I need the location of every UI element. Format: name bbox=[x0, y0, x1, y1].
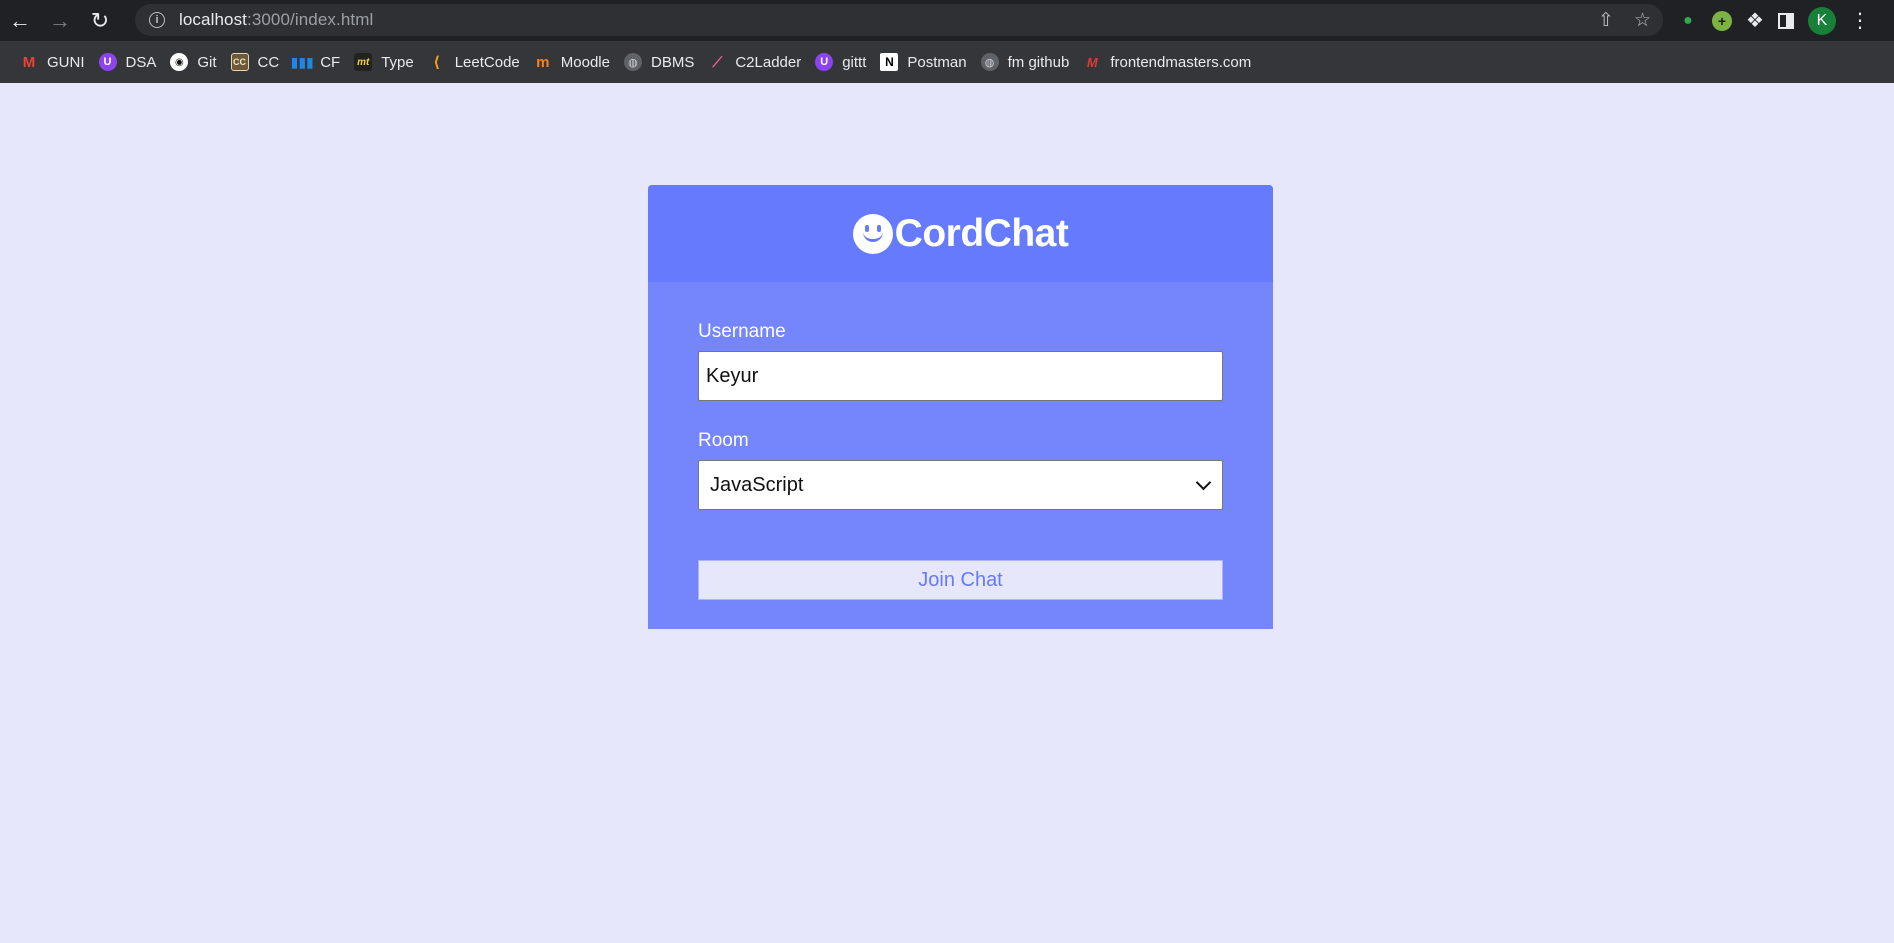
reload-icon[interactable]: ↻ bbox=[80, 0, 120, 41]
room-label: Room bbox=[698, 430, 749, 451]
bookmarks-bar: M GUNI U DSA ◉ Git CC CC ▮▮▮ CF mt Type ⟨ LeetC… bbox=[0, 41, 1894, 83]
gmail-icon: M bbox=[22, 53, 36, 71]
extension-icon[interactable]: ● bbox=[1678, 10, 1698, 31]
bookmark-label: gittt bbox=[842, 53, 867, 71]
bookmark-label: DBMS bbox=[650, 53, 695, 71]
site-info-icon[interactable]: i bbox=[149, 12, 165, 28]
bookmark-fm-github[interactable]: ◍ fm github bbox=[977, 47, 1080, 77]
bookmark-label: Type bbox=[381, 53, 414, 71]
moodle-icon: m bbox=[536, 53, 550, 71]
chevron-down-icon bbox=[1195, 474, 1212, 491]
bookmark-label: CC bbox=[257, 53, 280, 71]
bookmark-label: Postman bbox=[907, 53, 967, 71]
ladder-icon: ⟋ bbox=[712, 53, 723, 70]
bookmark-c2ladder[interactable]: ⟋ C2Ladder bbox=[704, 47, 811, 77]
bookmark-label: fm github bbox=[1007, 53, 1070, 71]
bookmark-git[interactable]: ◉ Git bbox=[166, 47, 226, 77]
room-select[interactable]: JavaScript bbox=[698, 460, 1223, 510]
browser-toolbar: ← → ↻ i localhost:3000/index.html ⇧ ☆ ● … bbox=[0, 0, 1894, 41]
u-icon: U bbox=[815, 53, 834, 71]
menu-kebab-icon[interactable]: ⋮ bbox=[1850, 11, 1870, 31]
bookmark-cf[interactable]: ▮▮▮ CF bbox=[289, 47, 350, 77]
bookmark-guni[interactable]: M GUNI bbox=[16, 47, 95, 77]
notion-icon: N bbox=[880, 53, 899, 71]
bookmark-frontendmasters[interactable]: Mfrontendmasters.com bbox=[1079, 47, 1261, 77]
bookmark-label: CF bbox=[320, 53, 341, 71]
extensions-puzzle-icon[interactable]: ❖ bbox=[1746, 8, 1764, 33]
bookmark-label: DSA bbox=[125, 53, 157, 71]
bookmark-cc[interactable]: CC CC bbox=[227, 47, 290, 77]
share-icon[interactable]: ⇧ bbox=[1598, 9, 1614, 32]
app-title: CordChat bbox=[894, 211, 1069, 255]
codeforces-icon: ▮▮▮ bbox=[290, 53, 314, 70]
address-bar[interactable]: i localhost:3000/index.html ⇧ ☆ bbox=[135, 4, 1663, 36]
profile-avatar[interactable]: K bbox=[1807, 6, 1836, 35]
bookmark-type[interactable]: mt Type bbox=[350, 47, 424, 77]
back-arrow-icon[interactable]: ← bbox=[0, 0, 40, 41]
bookmark-label: C2Ladder bbox=[735, 53, 802, 71]
globe-icon: ◍ bbox=[623, 53, 642, 71]
bookmark-dsa[interactable]: U DSA bbox=[95, 47, 167, 77]
smiley-icon bbox=[852, 213, 893, 254]
bookmark-star-icon[interactable]: ☆ bbox=[1634, 9, 1651, 32]
github-icon: ◉ bbox=[170, 53, 189, 71]
codechef-icon: CC bbox=[230, 53, 249, 71]
join-card: CordChat Username Keyur Room JavaScript … bbox=[648, 185, 1273, 629]
url-path: :3000/index.html bbox=[247, 10, 374, 29]
card-header: CordChat bbox=[648, 185, 1273, 282]
username-label: Username bbox=[698, 321, 786, 342]
monkeytype-icon: mt bbox=[354, 53, 373, 71]
bookmark-moodle[interactable]: m Moodle bbox=[530, 47, 620, 77]
join-chat-button[interactable]: Join Chat bbox=[698, 560, 1223, 600]
bookmark-label: Git bbox=[197, 53, 217, 71]
bookmark-label: Moodle bbox=[560, 53, 610, 71]
bookmark-leetcode[interactable]: ⟨ LeetCode bbox=[424, 47, 530, 77]
room-selected-value: JavaScript bbox=[710, 473, 804, 496]
bookmark-postman[interactable]: N Postman bbox=[876, 47, 976, 77]
bookmark-label: GUNI bbox=[47, 53, 85, 71]
url-host: localhost bbox=[179, 10, 247, 29]
forward-arrow-icon[interactable]: → bbox=[40, 0, 80, 41]
bookmark-label: frontendmasters.com bbox=[1110, 53, 1252, 71]
url-text[interactable]: localhost:3000/index.html bbox=[179, 10, 373, 30]
u-icon: U bbox=[98, 53, 117, 71]
side-panel-icon[interactable] bbox=[1777, 12, 1794, 29]
leetcode-icon: ⟨ bbox=[433, 54, 441, 71]
bookmark-dbms[interactable]: ◍ DBMS bbox=[620, 47, 704, 77]
add-extension-icon[interactable]: + bbox=[1712, 10, 1732, 31]
join-form: Username Keyur Room JavaScript Join Chat bbox=[648, 282, 1273, 600]
bookmark-label: LeetCode bbox=[454, 53, 520, 71]
globe-icon: ◍ bbox=[980, 53, 999, 71]
page-content: CordChat Username Keyur Room JavaScript … bbox=[0, 83, 1894, 943]
username-input[interactable]: Keyur bbox=[698, 351, 1223, 401]
frontendmasters-icon: M bbox=[1086, 54, 1098, 70]
bookmark-gittt[interactable]: Ugittt bbox=[811, 47, 876, 77]
